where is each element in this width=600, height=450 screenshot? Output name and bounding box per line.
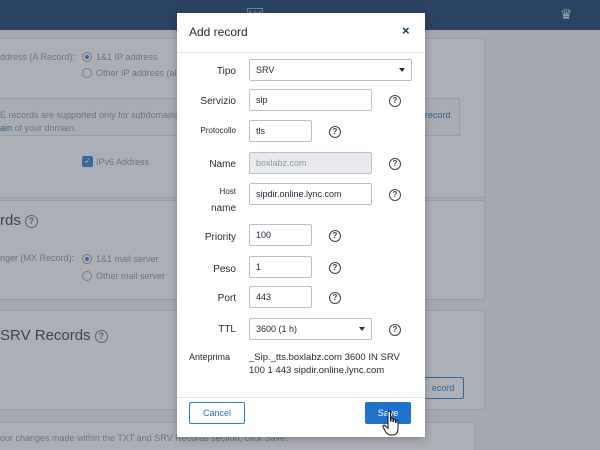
name-input: boxlabz.com: [249, 152, 372, 174]
chevron-down-icon: [399, 68, 405, 72]
help-icon[interactable]: ?: [389, 324, 401, 336]
close-icon[interactable]: ×: [402, 23, 410, 38]
tipo-select[interactable]: SRV: [249, 59, 412, 81]
priority-label: Priority: [204, 232, 236, 243]
host-label-line2: name: [210, 203, 236, 214]
peso-input[interactable]: 1: [249, 256, 312, 278]
help-icon[interactable]: ?: [329, 230, 341, 242]
tipo-value: SRV: [256, 65, 275, 75]
ttl-select[interactable]: 3600 (1 h): [249, 318, 372, 340]
priority-input[interactable]: 100: [249, 224, 312, 246]
hostname-input[interactable]: sipdir.online.lync.com: [249, 183, 372, 205]
dialog-header-divider: [177, 52, 425, 53]
help-icon[interactable]: ?: [329, 292, 341, 304]
dialog-title: Add record: [189, 25, 248, 39]
help-icon[interactable]: ?: [389, 95, 401, 107]
peso-label: Peso: [213, 264, 236, 275]
name-label: Name: [209, 159, 236, 170]
ttl-value: 3600 (1 h): [256, 324, 298, 334]
chevron-down-icon: [359, 327, 365, 331]
tipo-label: Tipo: [216, 66, 236, 77]
help-icon[interactable]: ?: [389, 189, 401, 201]
help-icon[interactable]: ?: [389, 158, 401, 170]
preview-line-1: _Sip._tts.boxlabz.com 3600 IN SRV: [249, 352, 400, 363]
host-label-line1: Host: [219, 187, 236, 196]
port-input[interactable]: 443: [249, 286, 312, 308]
preview-line-2: 100 1 443 sipdir.online.lync.com: [249, 365, 385, 376]
port-label: Port: [217, 293, 236, 304]
hand-cursor-icon: [382, 410, 399, 436]
dialog-footer-divider: [177, 397, 425, 398]
protocollo-input[interactable]: tls: [249, 120, 312, 142]
ttl-label: TTL: [218, 324, 236, 335]
help-icon[interactable]: ?: [329, 262, 341, 274]
cancel-button[interactable]: Cancel: [189, 402, 245, 424]
servizio-label: Servizio: [200, 96, 236, 107]
help-icon[interactable]: ?: [329, 126, 341, 138]
servizio-input[interactable]: sip: [249, 89, 372, 111]
preview-label: Anteprima: [188, 352, 230, 362]
protocollo-label: Protocollo: [200, 126, 236, 135]
add-record-dialog: Add record × Tipo SRV Servizio sip ? Pro…: [177, 13, 425, 437]
